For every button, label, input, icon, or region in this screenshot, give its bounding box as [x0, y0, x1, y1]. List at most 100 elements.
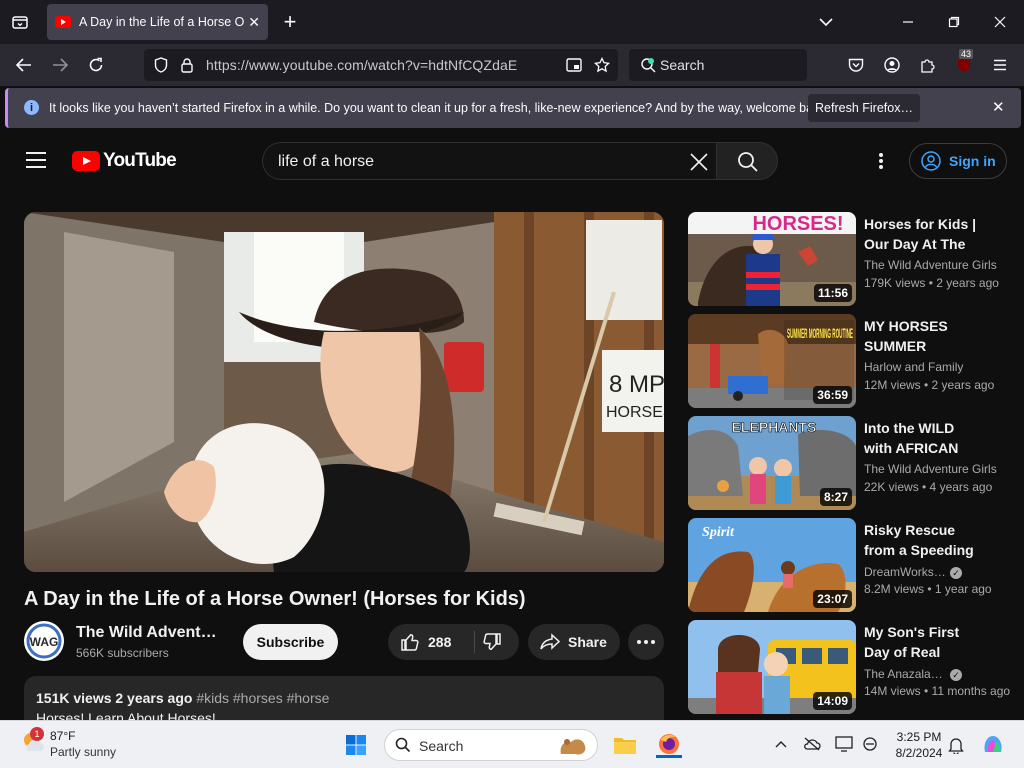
recommended-stats: 8.2M views • 1 year ago	[864, 582, 992, 596]
refresh-firefox-notification: i It looks like you haven’t started Fire…	[5, 88, 1021, 128]
recommended-video[interactable]: SUMMER MORNING ROUTINE 36:59 MY HORSES S…	[688, 314, 1018, 408]
close-window-icon[interactable]	[990, 12, 1010, 32]
more-actions-icon[interactable]	[628, 624, 664, 660]
bookmark-star-icon[interactable]	[593, 56, 611, 74]
weather-widget[interactable]: 1 87°F Partly sunny	[20, 727, 116, 760]
like-count: 288	[428, 634, 452, 650]
sign-in-label: Sign in	[949, 153, 996, 169]
taskbar-search-icon	[395, 737, 411, 753]
recommended-video[interactable]: Spirit 23:07 Risky Rescue from a Speedin…	[688, 518, 1018, 612]
search-query: life of a horse	[278, 153, 375, 170]
like-button[interactable]: 288	[400, 624, 451, 660]
video-thumbnail[interactable]: ELEPHANTS 8:27	[688, 416, 856, 510]
video-title: A Day in the Life of a Horse Owner! (Hor…	[24, 588, 526, 610]
display-icon[interactable]	[834, 735, 854, 753]
refresh-firefox-button[interactable]: Refresh Firefox…	[808, 94, 920, 122]
guide-menu-icon[interactable]	[26, 152, 46, 168]
settings-more-icon[interactable]	[879, 153, 883, 169]
video-duration: 11:56	[813, 284, 852, 302]
minimize-icon[interactable]	[898, 12, 918, 32]
channel-name[interactable]: The Wild Adventure Girls	[76, 624, 222, 642]
notification-bell-icon[interactable]	[946, 735, 966, 755]
recommended-channel: Harlow and Family	[864, 360, 964, 374]
tab-title: A Day in the Life of a Horse Owner! (Hor…	[79, 15, 245, 29]
taskbar-search-label: Search	[419, 738, 464, 754]
active-tab[interactable]: A Day in the Life of a Horse Owner! (Hor…	[47, 4, 268, 40]
thumbnail-text: Spirit	[702, 525, 735, 540]
recommended-title: MY HORSES SUMMER MORNING ROUTINE	[864, 318, 948, 354]
network-volume-icon[interactable]	[860, 735, 880, 753]
video-duration: 14:09	[813, 692, 852, 710]
youtube-logo[interactable]: YouTube	[72, 150, 177, 172]
youtube-search-button[interactable]	[716, 142, 778, 180]
thumbs-up-icon	[401, 633, 419, 651]
channel-avatar[interactable]: WAG	[24, 621, 64, 661]
subscribe-button[interactable]: Subscribe	[243, 624, 338, 660]
clock-date: 8/2/2024	[895, 746, 943, 760]
youtube-search-input[interactable]: life of a horse	[262, 142, 716, 180]
file-explorer-icon[interactable]	[612, 733, 638, 757]
weather-alert-badge: 1	[30, 727, 44, 741]
video-thumbnail[interactable]: HORSES! 11:56	[688, 212, 856, 306]
search-engine-icon	[639, 56, 657, 74]
share-button[interactable]: Share	[528, 624, 620, 660]
youtube-header: YouTube life of a horse Sign in	[0, 132, 1024, 190]
clear-search-icon[interactable]	[688, 148, 710, 180]
back-icon[interactable]	[14, 55, 34, 75]
dislike-button[interactable]	[482, 632, 502, 657]
close-tab-icon[interactable]: ✕	[248, 14, 260, 31]
forward-icon[interactable]	[50, 55, 70, 75]
navigation-toolbar: https://www.youtube.com/watch?v=hdtNfCQZ…	[0, 44, 1024, 86]
recommended-stats: 14M views • 11 months ago	[864, 684, 1011, 698]
tab-list-icon[interactable]	[10, 12, 30, 32]
account-icon[interactable]	[882, 55, 902, 75]
new-tab-icon[interactable]: +	[280, 9, 300, 34]
taskbar-search-box[interactable]: Search	[384, 729, 598, 761]
cloud-sync-icon[interactable]	[802, 735, 822, 753]
recommended-video[interactable]: ELEPHANTS 8:27 Into the WILD with AFRICA…	[688, 416, 1018, 510]
recommended-channel-name: DreamWorks Spirit	[864, 565, 946, 579]
recommended-stats: 12M views • 2 years ago	[864, 378, 995, 392]
windows-taskbar: 1 87°F Partly sunny Search 3:25 PM 8/2/2…	[0, 720, 1024, 768]
firefox-taskbar-icon[interactable]	[656, 732, 682, 758]
recommended-channel: DreamWorks Spirit ✓	[864, 564, 962, 579]
video-player[interactable]: 8 MP HORSES	[24, 212, 664, 572]
restore-icon[interactable]	[944, 12, 964, 32]
browser-search-placeholder: Search	[660, 57, 705, 73]
search-highlight-squirrel-icon	[560, 739, 586, 755]
browser-search-bar[interactable]: Search	[629, 49, 807, 81]
app-menu-icon[interactable]	[990, 55, 1010, 75]
sign-in-button[interactable]: Sign in	[909, 143, 1007, 179]
hashtags[interactable]: #kids #horses #horse	[196, 690, 329, 706]
pocket-icon[interactable]	[846, 55, 866, 75]
recommended-channel: The Wild Adventure Girls	[864, 462, 997, 476]
windows-start-icon[interactable]	[344, 733, 368, 757]
url-bar[interactable]: https://www.youtube.com/watch?v=hdtNfCQZ…	[144, 49, 618, 81]
video-thumbnail[interactable]: 14:09	[688, 620, 856, 714]
recommended-stats: 22K views • 4 years ago	[864, 480, 993, 494]
tracking-protection-shield-icon[interactable]	[152, 56, 170, 74]
weather-temperature: 87°F	[50, 729, 76, 743]
close-notification-icon[interactable]: ✕	[992, 98, 1005, 116]
subscriber-count: 566K subscribers	[76, 646, 169, 660]
list-all-tabs-icon[interactable]	[816, 12, 836, 32]
recommended-video[interactable]: HORSES! 11:56 Horses for Kids | Our Day …	[688, 212, 1018, 306]
recommended-title: Into the WILD with AFRICAN ANIMALS	[864, 420, 959, 456]
channel-avatar-text: WAG	[30, 635, 59, 649]
reload-icon[interactable]	[86, 55, 106, 75]
description-meta: 151K views 2 years ago #kids #horses #ho…	[36, 690, 329, 706]
verified-check-icon: ✓	[950, 567, 962, 579]
picture-in-picture-icon[interactable]	[565, 56, 583, 74]
video-thumbnail[interactable]: Spirit 23:07	[688, 518, 856, 612]
thumbnail-text: ELEPHANTS	[732, 419, 817, 435]
extensions-puzzle-icon[interactable]	[918, 55, 938, 75]
ublock-extension-icon[interactable]: 43	[954, 49, 974, 75]
thumbnail-text: HORSES!	[752, 213, 843, 235]
show-hidden-icons-chevron-icon[interactable]	[772, 735, 790, 753]
copilot-icon[interactable]	[980, 733, 1006, 757]
video-thumbnail[interactable]: SUMMER MORNING ROUTINE 36:59	[688, 314, 856, 408]
youtube-logo-text: YouTube	[103, 150, 177, 171]
lock-icon[interactable]	[178, 56, 196, 74]
taskbar-clock[interactable]: 3:25 PM 8/2/2024	[893, 729, 945, 761]
recommended-video[interactable]: 14:09 My Son's First Day of Real School …	[688, 620, 1018, 714]
